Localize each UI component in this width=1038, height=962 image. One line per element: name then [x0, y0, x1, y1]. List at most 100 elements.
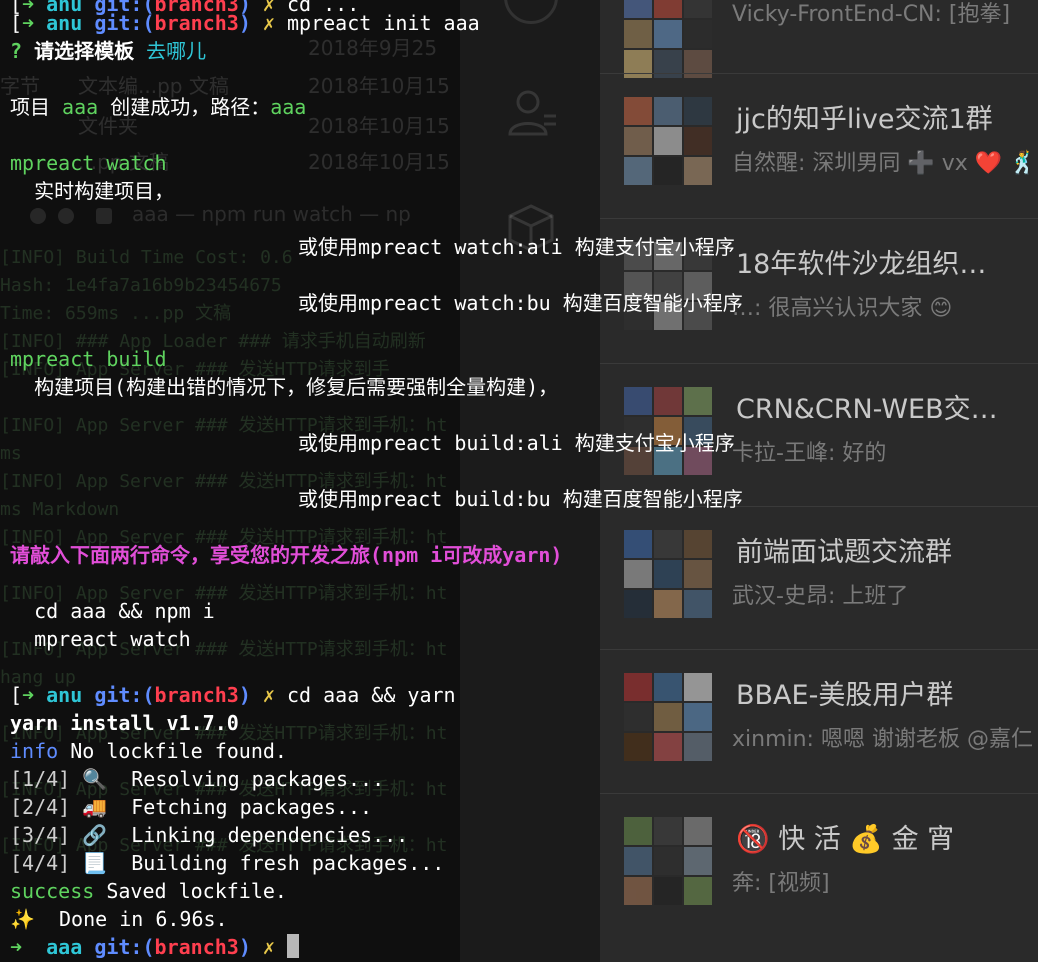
current-prompt-line[interactable]: ➜ aaa git:(branch3) ✗: [10, 933, 300, 961]
avatar-tile: [654, 817, 682, 845]
sparkles-icon: ✨: [10, 907, 35, 931]
avatar-tile: [624, 673, 652, 701]
prompt-dir: anu: [46, 683, 83, 707]
prompt-arrow-icon: ➜: [10, 935, 23, 959]
avatar-tile: [654, 0, 682, 18]
watch-command: mpreact watch: [10, 151, 167, 175]
template-question-line: ? 请选择模板 去哪儿: [10, 37, 206, 65]
chat-name: CRN&CRN-WEB交…: [736, 394, 998, 425]
avatar-tile: [624, 157, 652, 185]
chat-icon[interactable]: [504, 0, 558, 24]
avatar-tile: [654, 673, 682, 701]
chat-last-message: Vicky-FrontEnd-CN: [抱拳]: [732, 2, 1011, 27]
text-cursor[interactable]: [287, 934, 300, 958]
group-avatar[interactable]: [624, 0, 712, 78]
git-close: ): [238, 11, 251, 35]
chat-list-item[interactable]: 🔞 快 活 💰 金 宵奔: [视频]: [600, 793, 1038, 962]
step-number: [4/4]: [10, 851, 71, 875]
avatar-tile: [684, 673, 712, 701]
done-line: ✨ Done in 6.96s.: [10, 905, 228, 933]
group-avatar[interactable]: [624, 530, 712, 618]
bg-file-date: 2018年10月15: [308, 150, 450, 174]
done-text: Done in 6.96s.: [34, 907, 228, 931]
step-text: Fetching packages...: [107, 795, 373, 819]
yarn-step: [3/4] 🔗 Linking dependencies...: [10, 821, 408, 849]
chat-name: jjc的知乎live交流1群: [736, 104, 993, 135]
chat-list-item[interactable]: BBAE-美股用户群 xinmin: 嗯嗯 谢谢老板 @嘉仁: [600, 649, 1038, 818]
chat-name: BBAE-美股用户群: [736, 680, 954, 711]
build-bu-hint: 或使用mpreact build:bu 构建百度智能小程序: [298, 487, 743, 511]
bg-log-line: Time: 659ms ...pp 文稿: [0, 303, 232, 324]
watch-bu-hint: 或使用mpreact watch:bu 构建百度智能小程序: [298, 291, 743, 315]
success-label: success: [10, 879, 95, 903]
chat-list-item[interactable]: jjc的知乎live交流1群 自然醒: 深圳男同 ➕ vx ❤️ 🕺: [600, 73, 1038, 242]
group-avatar[interactable]: [624, 673, 712, 761]
avatar-tile: [624, 590, 652, 618]
chat-list-item[interactable]: 前端面试题交流群 武汉-史昂: 上班了: [600, 506, 1038, 675]
folder-icon: [96, 208, 112, 224]
git-close: ): [238, 683, 251, 707]
contacts-icon[interactable]: [504, 86, 558, 140]
prompt-line: [➜ anu git:(branch3) ✗ mpreact init aaa: [10, 9, 480, 37]
yarn-step: [2/4] 🚚 Fetching packages...: [10, 793, 372, 821]
avatar-tile: [654, 703, 682, 731]
info-text: No lockfile found.: [58, 739, 287, 763]
info-label: info: [10, 739, 59, 763]
step-number: [3/4]: [10, 823, 71, 847]
chat-separator: [600, 73, 1038, 74]
git-label: git:(: [94, 683, 155, 707]
avatar-tile: [684, 703, 712, 731]
avatar-tile: [654, 590, 682, 618]
avatar-tile: [684, 20, 712, 48]
avatar-tile: [654, 387, 682, 415]
question-mark: ?: [10, 39, 23, 63]
project-path: aaa: [270, 95, 307, 119]
dirty-icon: ✗: [262, 935, 275, 959]
avatar-tile: [654, 847, 682, 875]
dirty-icon: ✗: [262, 11, 275, 35]
avatar-tile: [654, 157, 682, 185]
avatar-tile: [684, 387, 712, 415]
avatar-tile: [624, 387, 652, 415]
yarn-step: [4/4] 📃 Building fresh packages...: [10, 849, 444, 877]
avatar-tile: [624, 127, 652, 155]
success-line: success Saved lockfile.: [10, 877, 287, 905]
avatar-tile: [624, 0, 652, 18]
dirty-icon: ✗: [262, 683, 275, 707]
chat-last-message: 奔: [视频]: [732, 871, 830, 896]
avatar-tile: [684, 590, 712, 618]
avatar-tile: [624, 877, 652, 905]
step-number: [2/4]: [10, 795, 71, 819]
hint-command: mpreact watch: [10, 627, 191, 651]
next-steps-hint: 请敲入下面两行命令，享受您的开发之旅(npm i可改成yarn): [10, 543, 563, 567]
bg-log-line: ms: [0, 443, 22, 464]
created-text: 创建成功，路径：: [98, 95, 271, 119]
build-description: 构建项目(构建出错的情况下，修复后需要强制全量构建)，: [10, 375, 559, 399]
bg-log-line: [INFO] Build Time Cost: 0.6: [0, 247, 293, 268]
bg-file-date: 2018年10月15: [308, 114, 450, 138]
success-text: Saved lockfile.: [94, 879, 287, 903]
chat-name: 🔞 快 活 💰 金 宵: [736, 824, 955, 855]
project-created-line: 项目 aaa 创建成功，路径：aaa: [10, 93, 306, 121]
chat-last-message: 武汉-史昂: 上班了: [732, 584, 909, 609]
bg-window-dot: [30, 208, 46, 224]
chat-separator: [600, 649, 1038, 650]
avatar-tile: [684, 877, 712, 905]
group-avatar[interactable]: [624, 817, 712, 905]
avatar-tile: [624, 560, 652, 588]
step-text: Resolving packages...: [107, 767, 385, 791]
prompt-line: [➜ anu git:(branch3) ✗ cd aaa && yarn: [10, 681, 456, 709]
avatar-tile: [684, 97, 712, 125]
git-branch: branch3: [154, 935, 239, 959]
page-icon: 📃: [82, 851, 108, 875]
git-close: ): [238, 935, 251, 959]
build-ali-hint: 或使用mpreact build:ali 构建支付宝小程序: [298, 431, 735, 455]
group-avatar[interactable]: [624, 97, 712, 185]
question-text: 请选择模板: [34, 39, 135, 63]
avatar-tile: [684, 847, 712, 875]
chat-last-message: …: 很高兴认识大家 😊: [732, 296, 953, 321]
chat-last-message: xinmin: 嗯嗯 谢谢老板 @嘉仁: [732, 727, 1033, 752]
command-text: mpreact init aaa: [287, 11, 480, 35]
chat-last-message: 卡拉-王峰: 好的: [732, 441, 887, 466]
git-branch: branch3: [154, 683, 239, 707]
